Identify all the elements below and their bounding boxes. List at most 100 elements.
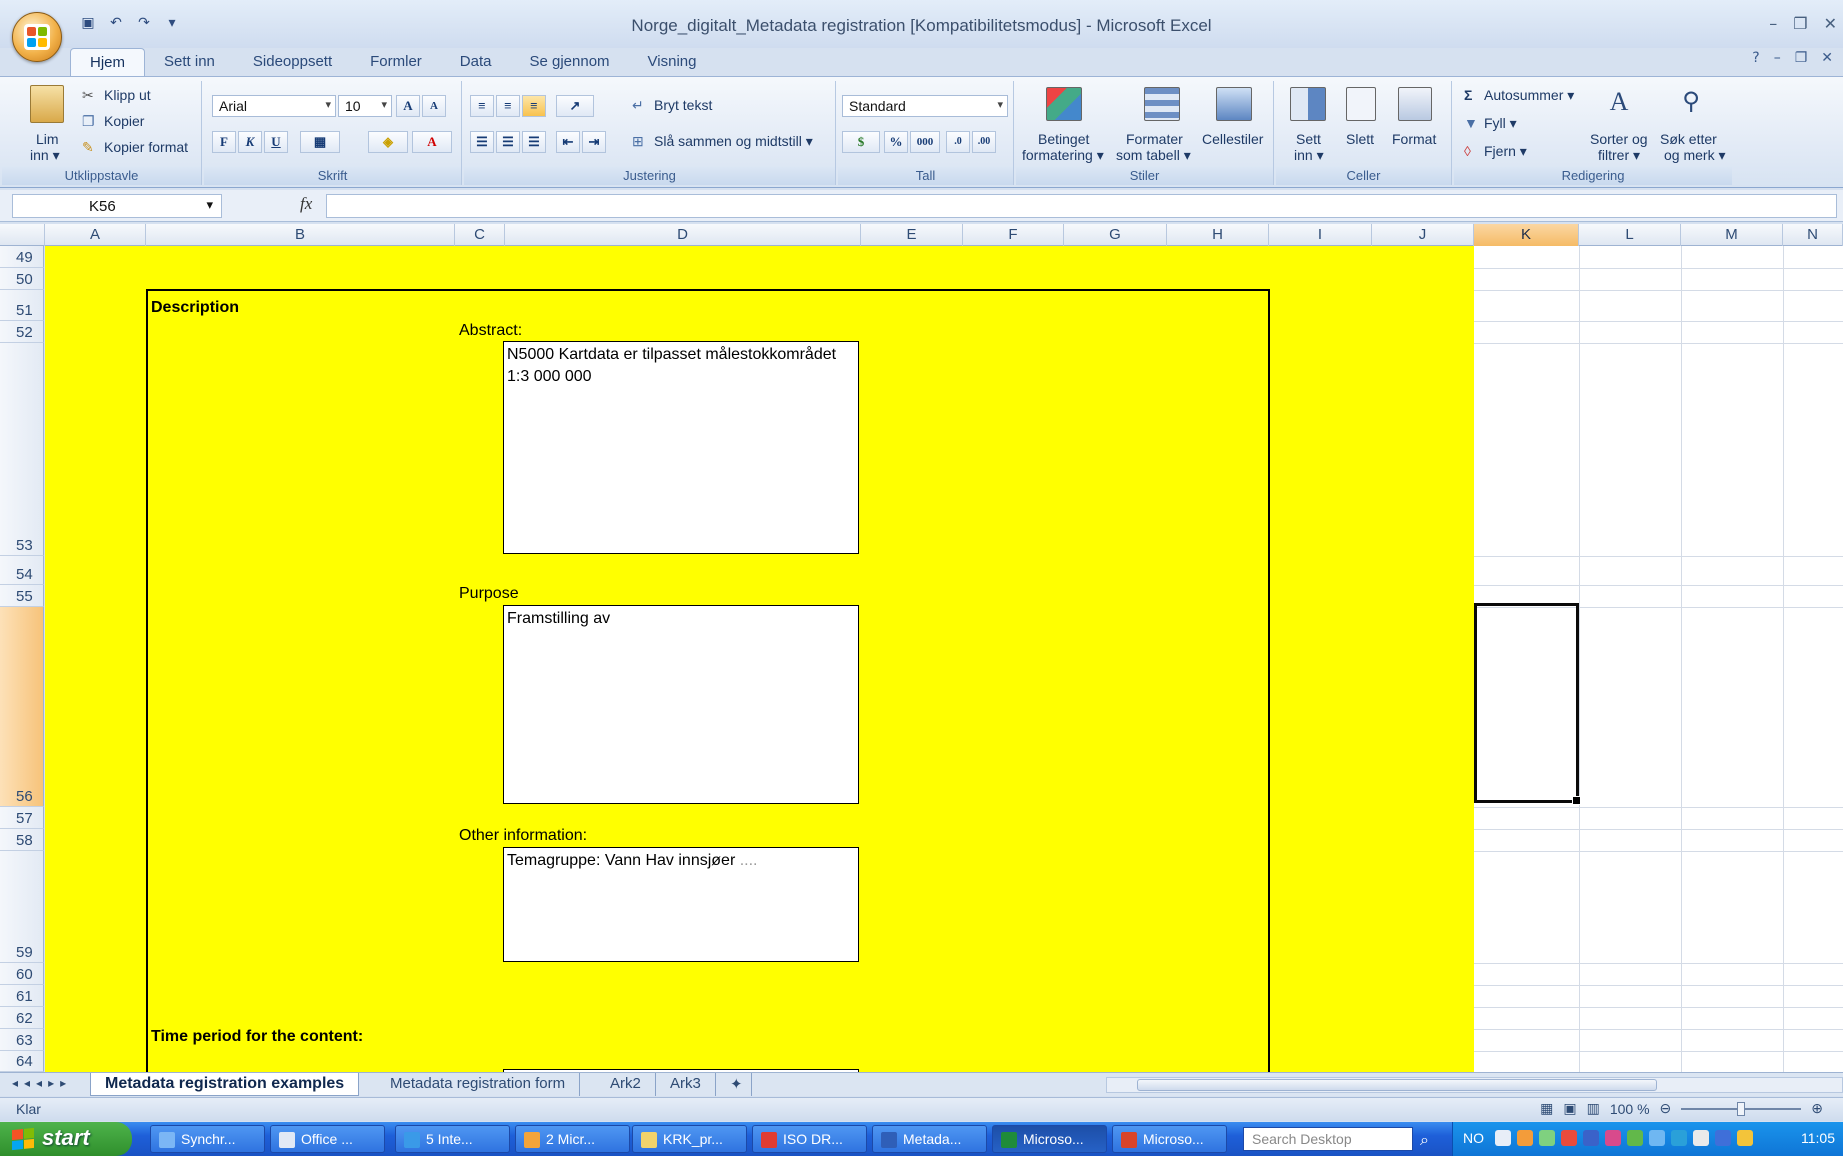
percent-button[interactable]: % bbox=[884, 131, 908, 153]
taskbar-button[interactable]: Office ... bbox=[270, 1125, 385, 1153]
align-right-icon[interactable]: ☰ bbox=[522, 131, 546, 153]
conditional-dropdown[interactable]: formatering ▾ bbox=[1022, 147, 1104, 164]
row-header[interactable]: 53 bbox=[0, 343, 44, 556]
horizontal-scroll-thumb[interactable] bbox=[1137, 1079, 1657, 1091]
column-header[interactable]: D bbox=[505, 224, 861, 246]
insert-cells-icon[interactable] bbox=[1290, 87, 1326, 121]
insert-label[interactable]: Sett bbox=[1296, 131, 1321, 147]
zoom-level[interactable]: 100 % bbox=[1610, 1101, 1650, 1117]
tab-hjem[interactable]: Hjem bbox=[70, 48, 146, 76]
tray-shield-icon[interactable] bbox=[1737, 1130, 1753, 1146]
clock[interactable]: 11:05 bbox=[1801, 1130, 1835, 1146]
normal-view-icon[interactable]: ▦ bbox=[1540, 1100, 1553, 1117]
row-header[interactable]: 59 bbox=[0, 851, 44, 963]
find-dropdown[interactable]: og merk ▾ bbox=[1664, 147, 1726, 164]
row-header[interactable]: 52 bbox=[0, 321, 44, 343]
office-button[interactable] bbox=[12, 12, 62, 62]
row-header[interactable]: 64 bbox=[0, 1051, 44, 1072]
search-icon[interactable]: ⌕ bbox=[1420, 1130, 1429, 1150]
paste-icon[interactable] bbox=[30, 85, 64, 123]
formula-input[interactable] bbox=[326, 194, 1837, 218]
align-top-icon[interactable]: ≡ bbox=[470, 95, 494, 117]
insert-function-button[interactable]: fx bbox=[300, 194, 312, 214]
binoculars-icon[interactable]: ⚲ bbox=[1676, 87, 1706, 121]
autosum-button[interactable]: Σ Autosummer ▾ bbox=[1464, 87, 1574, 104]
column-header[interactable]: C bbox=[455, 224, 505, 246]
redo-icon[interactable]: ↷ bbox=[134, 14, 154, 32]
sort-dropdown[interactable]: filtrer ▾ bbox=[1598, 147, 1640, 164]
taskbar-button[interactable]: KRK_pr... bbox=[632, 1125, 747, 1153]
fill-color-icon[interactable]: ◈ bbox=[368, 131, 408, 153]
number-format-combo[interactable]: Standard bbox=[842, 95, 1008, 117]
conditional-label[interactable]: Betinget bbox=[1038, 131, 1089, 147]
row-header[interactable]: 61 bbox=[0, 985, 44, 1007]
delete-label[interactable]: Slett bbox=[1346, 131, 1374, 147]
column-header[interactable]: I bbox=[1269, 224, 1372, 246]
tab-formler[interactable]: Formler bbox=[351, 48, 441, 76]
tray-back-icon[interactable] bbox=[1495, 1130, 1511, 1146]
font-color-icon[interactable]: A bbox=[412, 131, 452, 153]
restore-icon[interactable]: ❐ bbox=[1793, 14, 1807, 33]
decrease-decimal-icon[interactable]: .00 bbox=[972, 131, 996, 153]
format-table-dropdown[interactable]: som tabell ▾ bbox=[1116, 147, 1191, 164]
clear-button[interactable]: ◊ Fjern ▾ bbox=[1464, 143, 1527, 160]
cell-styles-label[interactable]: Cellestiler bbox=[1202, 131, 1263, 147]
column-header[interactable]: F bbox=[963, 224, 1064, 246]
wrap-text-button[interactable]: ↵ Bryt tekst bbox=[632, 97, 712, 113]
zoom-in-icon[interactable]: ⊕ bbox=[1811, 1100, 1823, 1117]
conditional-formatting-icon[interactable] bbox=[1046, 87, 1082, 121]
sheet-tab-ark2[interactable]: Ark2 bbox=[596, 1073, 656, 1096]
sort-label[interactable]: Sorter og bbox=[1590, 131, 1648, 147]
column-header-selected[interactable]: K bbox=[1474, 224, 1579, 246]
column-header[interactable]: M bbox=[1681, 224, 1783, 246]
column-header[interactable]: J bbox=[1372, 224, 1474, 246]
tray-app-icon[interactable] bbox=[1693, 1130, 1709, 1146]
tray-monitor-icon[interactable] bbox=[1583, 1130, 1599, 1146]
save-icon[interactable]: ▣ bbox=[78, 14, 98, 32]
taskbar-button[interactable]: Microso... bbox=[1112, 1125, 1227, 1153]
desktop-search-input[interactable]: Search Desktop bbox=[1243, 1127, 1413, 1151]
fill-button[interactable]: ▼ Fyll ▾ bbox=[1464, 115, 1517, 132]
taskbar-button[interactable]: 5 Inte... bbox=[395, 1125, 510, 1153]
tab-visning[interactable]: Visning bbox=[629, 48, 716, 76]
tab-sideoppsett[interactable]: Sideoppsett bbox=[234, 48, 351, 76]
row-header[interactable]: 62 bbox=[0, 1007, 44, 1029]
taskbar-button[interactable]: ISO DR... bbox=[752, 1125, 867, 1153]
cell-styles-icon[interactable] bbox=[1216, 87, 1252, 121]
column-header[interactable]: H bbox=[1167, 224, 1269, 246]
italic-button[interactable]: K bbox=[238, 131, 262, 153]
help-icon[interactable]: ? bbox=[1752, 50, 1759, 66]
paste-label[interactable]: Lim bbox=[36, 131, 59, 147]
tab-data[interactable]: Data bbox=[441, 48, 511, 76]
sheet-tab-metadata-form[interactable]: Metadata registration form bbox=[376, 1073, 581, 1096]
tab-se-gjennom[interactable]: Se gjennom bbox=[510, 48, 628, 76]
row-header[interactable]: 60 bbox=[0, 963, 44, 985]
column-header[interactable]: N bbox=[1783, 224, 1843, 246]
row-header[interactable]: 54 bbox=[0, 556, 44, 585]
delete-cells-icon[interactable] bbox=[1346, 87, 1376, 121]
increase-decimal-icon[interactable]: .0 bbox=[946, 131, 970, 153]
taskbar-button[interactable]: Synchr... bbox=[150, 1125, 265, 1153]
tray-network-icon[interactable] bbox=[1561, 1130, 1577, 1146]
align-bottom-icon[interactable]: ≡ bbox=[522, 95, 546, 117]
column-header[interactable]: E bbox=[861, 224, 963, 246]
workbook-minimize-icon[interactable]: – bbox=[1774, 50, 1781, 66]
column-header[interactable]: B bbox=[146, 224, 455, 246]
row-header[interactable]: 51 bbox=[0, 290, 44, 321]
worksheet-grid[interactable]: Description Abstract: N5000 Kartdata er … bbox=[45, 246, 1843, 1072]
zoom-out-icon[interactable]: ⊖ bbox=[1660, 1100, 1672, 1117]
undo-icon[interactable]: ↶ bbox=[106, 14, 126, 32]
taskbar-button[interactable]: 2 Micr... bbox=[515, 1125, 630, 1153]
taskbar-button-active[interactable]: Microso... bbox=[992, 1125, 1107, 1153]
sheet-tab-metadata-examples[interactable]: Metadata registration examples bbox=[90, 1073, 360, 1096]
horizontal-scrollbar[interactable] bbox=[1106, 1077, 1843, 1093]
decrease-indent-icon[interactable]: ⇤ bbox=[556, 131, 580, 153]
page-break-icon[interactable]: ▥ bbox=[1587, 1100, 1600, 1117]
align-middle-icon[interactable]: ≡ bbox=[496, 95, 520, 117]
paste-dropdown[interactable]: inn ▾ bbox=[30, 147, 60, 164]
font-size-combo[interactable]: 10 bbox=[338, 95, 392, 117]
active-cell-k56[interactable] bbox=[1474, 603, 1581, 805]
underline-button[interactable]: U bbox=[264, 131, 288, 153]
customize-qat-icon[interactable]: ▾ bbox=[162, 14, 182, 32]
increase-indent-icon[interactable]: ⇥ bbox=[582, 131, 606, 153]
